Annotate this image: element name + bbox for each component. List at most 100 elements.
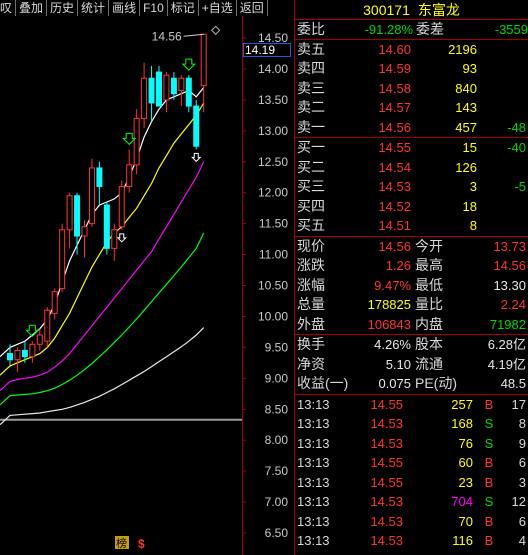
fundamental-value: 4.26% [374,337,411,352]
toolbar-button-2[interactable]: 历史 [47,0,79,16]
sell-price: 14.57 [378,100,411,115]
tick-row[interactable]: 13:13 14.53 76 S 9 [295,434,528,454]
tick-row[interactable]: 13:13 14.55 23 B 3 [295,473,528,493]
fundamental-row: 换手 4.26% 股本 6.28亿 [295,335,528,355]
sell-volume: 93 [462,61,477,76]
weibi-value: -91.28% [364,22,413,37]
y-tick-label: 10.50 [258,279,288,293]
toolbar-button-1[interactable]: 叠加 [16,0,48,16]
tick-direction: S [484,435,494,451]
chart-canvas: 14.5014.0013.5013.0012.5012.0011.5011.00… [0,16,289,555]
y-tick-label: 8.50 [265,402,289,416]
ma-line-ma5 [0,87,205,358]
tick-row[interactable]: 13:13 14.55 257 B 17 [295,395,528,415]
y-tick-label: 6.50 [265,526,289,540]
buy-row: 买四 14.52 18 [295,197,528,217]
candle-body [44,309,51,342]
tick-time: 13:13 [297,474,330,490]
y-tick-label: 9.50 [265,340,289,354]
tick-volume: 76 [458,435,473,451]
ma-line-ma60 [0,327,205,426]
tick-count: 6 [518,513,526,529]
buy-label: 买一 [297,139,325,155]
buy-price: 14.53 [378,179,411,194]
sell-price: 14.59 [378,61,411,76]
buy-label: 买五 [297,217,325,233]
candle-body [141,77,148,119]
current-price-tag: 14.19 [243,43,291,57]
candle-body [36,334,43,345]
tick-row[interactable]: 13:13 14.53 116 B 4 [295,531,528,551]
candle-body [74,195,81,237]
y-tick-label: 12.50 [258,155,288,169]
weicha-label: 委差 [416,21,444,37]
tick-time: 13:13 [297,455,330,470]
toolbar-button-0[interactable]: 叹 [0,0,17,16]
marker-diamond-icon [210,25,221,35]
candle-body [88,167,95,225]
tick-count: 8 [518,416,526,431]
y-tick-label: 12.00 [258,186,288,200]
weibi-row: 委比 -91.28% 委差 -3559 [295,20,528,40]
tick-price: 14.53 [370,533,403,548]
quote-label: 最低 [415,276,443,293]
toolbar-button-8[interactable]: 返回 [237,0,268,16]
tick-row[interactable]: 13:13 14.53 2 B 1 [295,551,528,555]
quote-row: 现价 14.56 今开 13.73 [295,237,528,257]
toolbar-button-7[interactable]: +自选 [199,0,237,16]
quote-label: 涨跌 [297,257,325,273]
toolbar-button-4[interactable]: 画线 [109,0,141,16]
candle-body [7,353,13,361]
tick-direction: B [483,551,495,555]
sell-label: 卖二 [297,99,325,115]
toolbar: 叹叠加 历史 统计 画线 F10 标记 +自选 返回 [0,0,293,16]
buy-row: 买三 14.53 3 -5 [295,177,528,197]
toolbar-button-3[interactable]: 统计 [78,0,110,16]
quote-label: 内盘 [415,315,443,332]
sell-change: -48 [507,119,526,135]
sell-price: 14.56 [378,119,411,135]
tick-row[interactable]: 13:13 14.53 168 S 8 [295,414,528,434]
fundamental-row: 净资 5.10 流通 4.19亿 [295,355,528,375]
candle-body [170,77,177,95]
y-tick-label: 13.50 [258,93,288,107]
candle-body [185,77,192,107]
sell-label: 卖一 [297,118,325,135]
buy-volume: 18 [462,198,477,214]
y-tick-label: 7.00 [265,495,289,509]
y-tick-label: 10.00 [258,309,288,323]
buy-price: 14.52 [378,198,411,214]
tick-row[interactable]: 13:13 14.53 704 S 12 [295,492,528,512]
tick-row[interactable]: 13:13 14.53 70 B 6 [295,512,528,532]
high-annotation-label: 14.56 [152,29,182,43]
tick-direction: B [484,474,494,490]
buy-signal-arrow-icon [181,58,197,71]
candlestick-chart[interactable]: 14.50 14.00 13.50 13.00 12.50 12.00 11.50 11.00… [0,16,293,555]
tick-row[interactable]: 13:13 14.55 60 B 6 [295,453,528,473]
tick-direction: B [484,533,494,548]
toolbar-button-5[interactable]: F10 [140,0,168,16]
quote-label: 今开 [415,237,443,254]
sell-volume: 2196 [448,41,477,57]
tick-direction: B [484,513,494,529]
toolbar-button-6[interactable]: 标记 [168,0,199,16]
tick-list[interactable]: 13:13 14.55 257 B 17 13:13 14.53 168 S 8 13:13 14.5… [295,395,528,555]
buy-label: 买三 [297,178,325,194]
tick-price: 14.53 [370,435,403,451]
candle-body [81,226,88,237]
quote-label: 量比 [415,296,443,312]
buy-price: 14.55 [378,140,411,155]
sell-label: 卖五 [297,40,325,57]
ranking-badge-label: 榜 [116,536,127,550]
sell-row: 卖二 14.57 143 [295,98,528,118]
candle-body [66,195,73,231]
weicha-value: -3559 [494,22,528,37]
tick-direction: S [484,416,494,431]
quote-value: 9.47% [374,277,411,293]
candle-body [178,77,185,92]
buy-row: 买五 14.51 8 [295,216,528,236]
y-tick-label: 11.50 [259,217,288,231]
y-tick-label: 11.00 [259,248,288,262]
fundamental-label: 换手 [297,336,325,352]
candle-body [21,349,28,358]
